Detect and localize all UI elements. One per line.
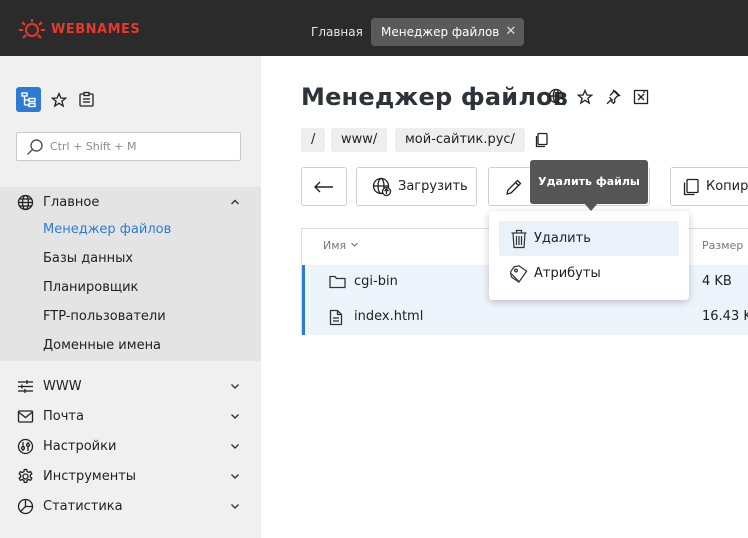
- sidebar-item-databases[interactable]: Базы данных: [43, 251, 133, 266]
- breadcrumb-site[interactable]: мой-сайтик.рус/: [395, 128, 525, 152]
- column-header-name[interactable]: Имя: [323, 239, 359, 252]
- tab-file-manager[interactable]: Менеджер файлов ✕: [371, 18, 525, 46]
- column-header-size[interactable]: Размер: [702, 239, 743, 252]
- trash-icon: [509, 229, 529, 249]
- copy-icon[interactable]: [534, 132, 550, 148]
- logo[interactable]: WEBNAMES: [17, 17, 140, 41]
- menu-item-attributes[interactable]: Атрибуты: [499, 256, 679, 291]
- sidebar-item-settings[interactable]: Настройки: [0, 431, 261, 461]
- sidebar-item-domains[interactable]: Доменные имена: [43, 338, 161, 353]
- clipboard-icon[interactable]: [77, 91, 95, 109]
- search-input[interactable]: [50, 140, 230, 153]
- sidebar-item-label: Почта: [43, 408, 84, 424]
- copy-file-icon: [683, 178, 699, 195]
- upload-button-label: Загрузить: [398, 179, 468, 194]
- arrow-left-icon: [314, 181, 333, 192]
- chevron-down-icon: [350, 242, 358, 247]
- sidebar-item-label: WWW: [43, 378, 82, 394]
- table-row[interactable]: index.html 16.43 K: [302, 300, 748, 335]
- settings-icon: [16, 437, 34, 455]
- globe-icon: [16, 193, 34, 211]
- sidebar-item-main[interactable]: Главное: [0, 187, 261, 217]
- tooltip-arrow: [584, 203, 598, 211]
- sliders-icon: [16, 377, 34, 395]
- tab-home[interactable]: Главная: [300, 18, 374, 46]
- chart-pie-icon: [16, 497, 34, 515]
- file-icon: [329, 309, 343, 326]
- copy-button[interactable]: Копир: [670, 167, 748, 206]
- sidebar: Главное Менеджер файлов Базы данных План…: [0, 56, 261, 538]
- sidebar-item-statistics[interactable]: Статистика: [0, 491, 261, 521]
- sidebar-item-label: Настройки: [43, 438, 117, 454]
- search-box[interactable]: [16, 132, 241, 161]
- sidebar-item-label: Инструменты: [43, 468, 137, 484]
- logo-text: WEBNAMES: [51, 21, 141, 37]
- sidebar-item-scheduler[interactable]: Планировщик: [43, 280, 138, 295]
- tag-icon: [509, 264, 529, 284]
- copy-button-label: Копир: [706, 179, 748, 194]
- tooltip: Удалить файлы: [530, 160, 648, 204]
- file-size: 4 KB: [702, 274, 732, 289]
- folder-icon: [329, 275, 346, 289]
- tab-file-manager-label: Менеджер файлов: [381, 25, 500, 39]
- breadcrumb-root[interactable]: /: [301, 128, 326, 152]
- menu-item-label: Удалить: [534, 231, 591, 246]
- chevron-down-icon[interactable]: [229, 380, 241, 392]
- sidebar-item-file-manager[interactable]: Менеджер файлов: [43, 222, 171, 237]
- globe-search-icon[interactable]: [548, 88, 566, 106]
- breadcrumb-www[interactable]: www/: [331, 128, 388, 152]
- column-header-name-label: Имя: [323, 239, 347, 252]
- star-icon[interactable]: [576, 88, 594, 106]
- gear-icon: [16, 467, 34, 485]
- file-size: 16.43 K: [702, 309, 748, 324]
- nav-group-main: Главное Менеджер файлов Базы данных План…: [0, 187, 261, 361]
- tree-icon[interactable]: [16, 87, 41, 112]
- sidebar-item-mail[interactable]: Почта: [0, 401, 261, 431]
- menu-item-label: Атрибуты: [534, 266, 601, 281]
- page-title: Менеджер файлов: [301, 83, 569, 111]
- sidebar-item-label: Главное: [43, 194, 100, 210]
- pencil-icon: [506, 179, 522, 195]
- edit-dropdown-menu: Удалить Атрибуты: [489, 211, 689, 300]
- top-bar: WEBNAMES Главная Менеджер файлов ✕: [0, 0, 748, 56]
- file-name: index.html: [354, 309, 424, 324]
- chevron-down-icon[interactable]: [229, 440, 241, 452]
- logo-icon: [19, 19, 45, 39]
- search-icon: [27, 138, 43, 155]
- upload-button[interactable]: Загрузить: [356, 167, 477, 206]
- title-actions: [548, 88, 660, 106]
- close-icon[interactable]: ✕: [505, 18, 516, 46]
- file-name: cgi-bin: [354, 274, 398, 289]
- back-button[interactable]: [301, 167, 347, 206]
- sidebar-item-ftp-users[interactable]: FTP-пользователи: [43, 309, 166, 324]
- sidebar-item-www[interactable]: WWW: [0, 371, 261, 401]
- star-icon[interactable]: [50, 91, 68, 109]
- pin-icon[interactable]: [604, 88, 622, 106]
- sidebar-item-tools[interactable]: Инструменты: [0, 461, 261, 491]
- chevron-down-icon[interactable]: [229, 500, 241, 512]
- chevron-down-icon[interactable]: [229, 470, 241, 482]
- globe-upload-icon: [372, 177, 392, 196]
- chevron-down-icon[interactable]: [229, 410, 241, 422]
- sidebar-top-icons: [16, 87, 95, 112]
- menu-item-delete[interactable]: Удалить: [499, 221, 679, 256]
- mail-icon: [16, 407, 34, 425]
- sidebar-item-label: Статистика: [43, 498, 123, 514]
- chevron-up-icon[interactable]: [229, 196, 241, 208]
- excel-icon[interactable]: [632, 88, 650, 106]
